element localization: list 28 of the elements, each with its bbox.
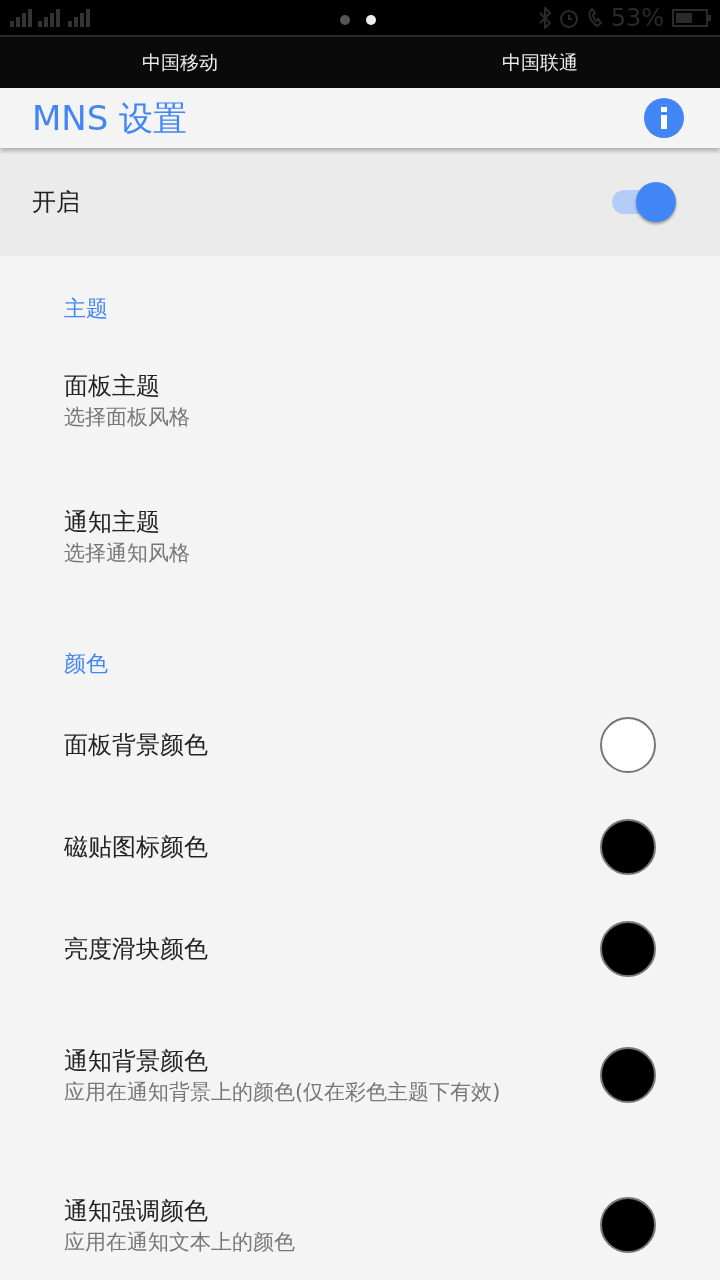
section-header: 主题 bbox=[64, 296, 108, 321]
info-icon[interactable] bbox=[644, 98, 684, 138]
setting-summary: 应用在通知背景上的颜色(仅在彩色主题下有效) bbox=[64, 1079, 502, 1107]
page-indicator-dot[interactable] bbox=[340, 15, 350, 25]
setting-summary: 选择面板风格 bbox=[64, 404, 191, 432]
color-swatch[interactable] bbox=[600, 1047, 656, 1103]
carrier-tab[interactable]: 中国联通 bbox=[502, 51, 578, 74]
bluetooth-icon bbox=[538, 6, 551, 29]
setting-title[interactable]: 亮度滑块颜色 bbox=[64, 931, 576, 967]
master-label: 开启 bbox=[32, 187, 80, 218]
phone-icon bbox=[586, 7, 603, 28]
carrier-tab[interactable]: 中国移动 bbox=[142, 51, 218, 74]
alarm-icon bbox=[558, 7, 579, 28]
setting-summary: 选择通知风格 bbox=[64, 540, 191, 568]
setting-title[interactable]: 通知强调颜色 bbox=[64, 1193, 576, 1230]
color-swatch[interactable] bbox=[600, 717, 656, 773]
color-swatch[interactable] bbox=[600, 921, 656, 977]
setting-title[interactable]: 通知主题 bbox=[64, 504, 656, 541]
color-swatch[interactable] bbox=[600, 1197, 656, 1253]
setting-title[interactable]: 通知背景颜色 bbox=[64, 1043, 576, 1080]
setting-title[interactable]: 面板背景颜色 bbox=[64, 727, 576, 763]
setting-title[interactable]: 磁贴图标颜色 bbox=[64, 829, 576, 865]
color-swatch[interactable] bbox=[600, 819, 656, 875]
setting-summary: 应用在通知文本上的颜色 bbox=[64, 1229, 296, 1257]
page-indicator-dot[interactable] bbox=[366, 15, 376, 25]
setting-title[interactable]: 面板主题 bbox=[64, 368, 656, 405]
app-title: MNS 设置 bbox=[32, 101, 188, 135]
section-header: 颜色 bbox=[64, 651, 108, 676]
